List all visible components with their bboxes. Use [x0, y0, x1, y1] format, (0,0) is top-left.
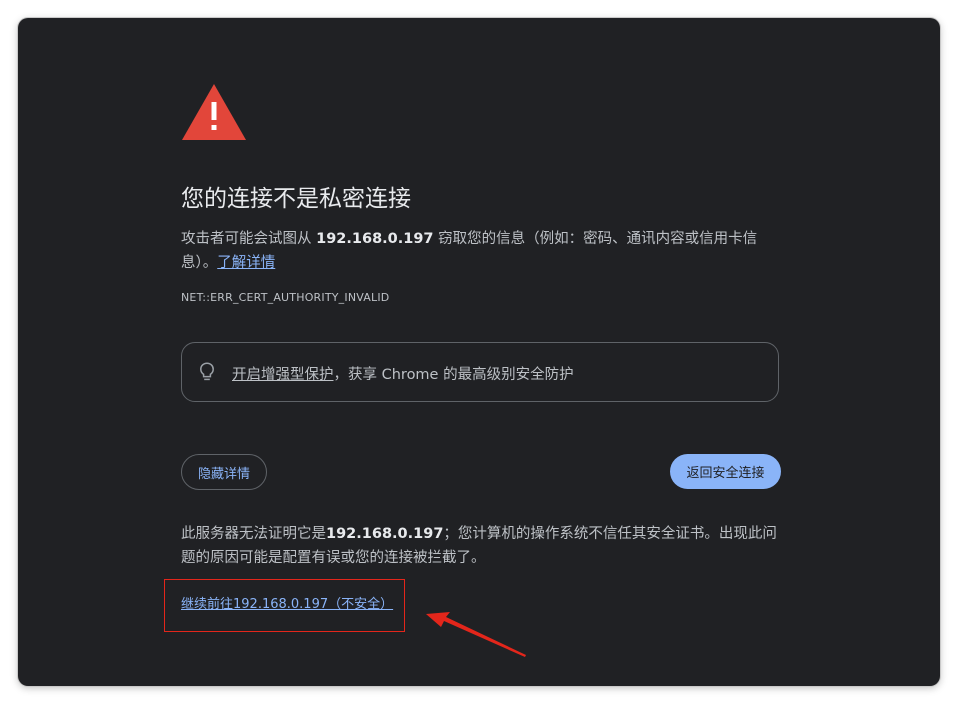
description-prefix: 攻击者可能会试图从	[181, 231, 317, 247]
error-code: NET::ERR_CERT_AUTHORITY_INVALID	[181, 291, 390, 304]
details-explanation: 此服务器无法证明它是192.168.0.197；您计算机的操作系统不信任其安全证…	[181, 522, 781, 570]
main-description: 攻击者可能会试图从 192.168.0.197 窃取您的信息（例如：密码、通讯内…	[181, 227, 781, 275]
annotation-highlight-box	[164, 579, 405, 632]
hide-details-button[interactable]: 隐藏详情	[181, 454, 267, 490]
page-title: 您的连接不是私密连接	[181, 186, 411, 212]
enhanced-protection-link[interactable]: 开启增强型保护	[232, 367, 334, 383]
enhanced-protection-text: 开启增强型保护，获享 Chrome 的最高级别安全防护	[232, 363, 574, 384]
back-to-safety-button[interactable]: 返回安全连接	[670, 454, 781, 489]
description-host: 192.168.0.197	[316, 231, 434, 247]
annotation-arrow-icon	[426, 612, 526, 657]
warning-triangle-icon	[182, 84, 246, 140]
details-prefix: 此服务器无法证明它是	[181, 526, 326, 542]
browser-window: 您的连接不是私密连接 攻击者可能会试图从 192.168.0.197 窃取您的信…	[18, 18, 940, 686]
lightbulb-icon	[200, 362, 214, 381]
enhanced-protection-card: 开启增强型保护，获享 Chrome 的最高级别安全防护	[181, 342, 779, 402]
learn-more-link[interactable]: 了解详情	[217, 255, 275, 271]
enhanced-protection-suffix: ，获享 Chrome 的最高级别安全防护	[333, 367, 574, 383]
details-host: 192.168.0.197	[326, 526, 444, 542]
